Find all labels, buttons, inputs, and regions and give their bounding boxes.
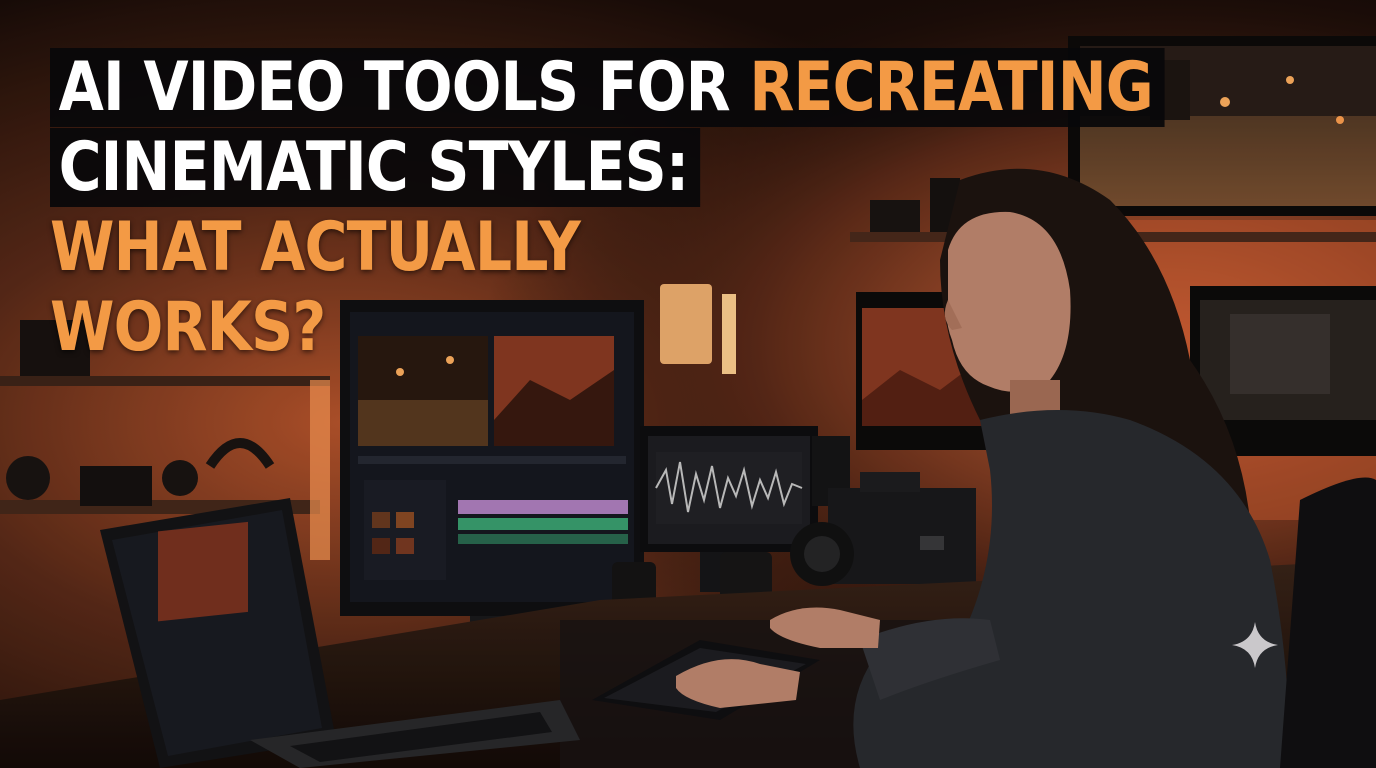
headline-line-1: AI VIDEO TOOLS FOR RECREATING xyxy=(50,48,1165,128)
headline-line-1-orange: RECREATING xyxy=(749,48,1153,127)
sparkle-icon xyxy=(1232,622,1278,668)
headline-line-2: CINEMATIC STYLES: xyxy=(50,128,1165,208)
headline: AI VIDEO TOOLS FOR RECREATING CINEMATIC … xyxy=(50,48,1346,368)
headline-line-4: WORKS? xyxy=(50,288,1165,368)
headline-line-3: WHAT ACTUALLY xyxy=(50,208,1165,288)
thumbnail-scene: AI VIDEO TOOLS FOR RECREATING CINEMATIC … xyxy=(0,0,1376,768)
headline-line-4-orange: WORKS? xyxy=(50,288,326,367)
headline-line-2-white: CINEMATIC STYLES: xyxy=(58,128,690,207)
headline-line-1-white: AI VIDEO TOOLS FOR xyxy=(58,48,750,127)
headline-line-3-orange: WHAT ACTUALLY xyxy=(50,208,581,287)
